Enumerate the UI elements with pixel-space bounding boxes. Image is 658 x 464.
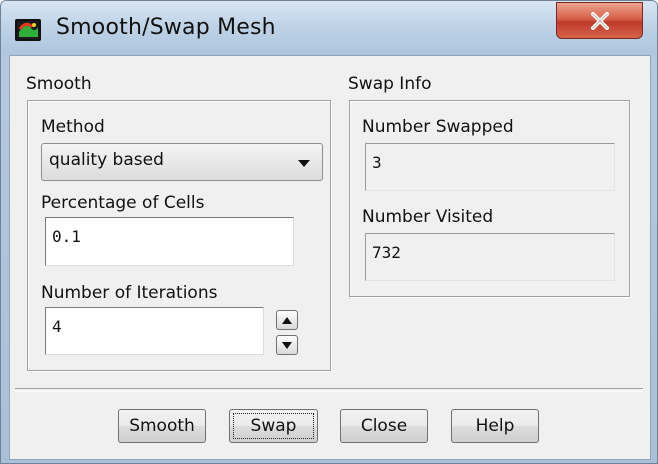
button-row-divider: [15, 388, 643, 392]
help-button-label: Help: [475, 416, 515, 436]
number-visited-field: 732: [365, 233, 615, 281]
iterations-increment-button[interactable]: [276, 310, 298, 330]
title-bar[interactable]: Smooth/Swap Mesh: [1, 1, 657, 55]
chevron-down-icon: [298, 160, 310, 167]
number-visited-label: Number Visited: [362, 207, 494, 227]
swap-info-group-label: Swap Info: [348, 74, 432, 94]
help-button[interactable]: Help: [451, 409, 539, 443]
fluent-app-icon: [15, 19, 41, 41]
smooth-group-label: Smooth: [26, 74, 92, 94]
swap-button[interactable]: Swap: [229, 409, 318, 443]
number-swapped-label: Number Swapped: [362, 117, 514, 137]
number-of-iterations-input[interactable]: 4: [45, 307, 264, 355]
close-window-button[interactable]: [556, 2, 643, 39]
percentage-value: 0.1: [52, 227, 81, 246]
smooth-button-label: Smooth: [129, 416, 195, 436]
close-x-icon: [591, 12, 609, 30]
arrow-down-icon: [282, 342, 292, 349]
number-swapped-field: 3: [365, 143, 615, 191]
arrow-up-icon: [282, 317, 292, 324]
number-visited-value: 732: [372, 243, 401, 262]
swap-button-label: Swap: [250, 416, 297, 436]
window-title: Smooth/Swap Mesh: [56, 15, 276, 40]
percentage-label: Percentage of Cells: [41, 193, 205, 213]
smooth-swap-mesh-dialog: Smooth/Swap Mesh Smooth Method quality b…: [0, 0, 658, 464]
close-button-label: Close: [360, 416, 408, 436]
percentage-of-cells-input[interactable]: 0.1: [45, 217, 294, 266]
close-button[interactable]: Close: [340, 409, 428, 443]
dialog-body: Smooth Method quality based Percentage o…: [9, 55, 651, 460]
smooth-button[interactable]: Smooth: [118, 409, 206, 443]
iterations-value: 4: [52, 317, 62, 336]
method-value: quality based: [49, 150, 164, 170]
iterations-decrement-button[interactable]: [276, 335, 298, 355]
method-dropdown[interactable]: quality based: [41, 143, 323, 181]
method-label: Method: [41, 117, 105, 137]
number-swapped-value: 3: [372, 153, 382, 172]
iterations-label: Number of Iterations: [41, 283, 218, 303]
